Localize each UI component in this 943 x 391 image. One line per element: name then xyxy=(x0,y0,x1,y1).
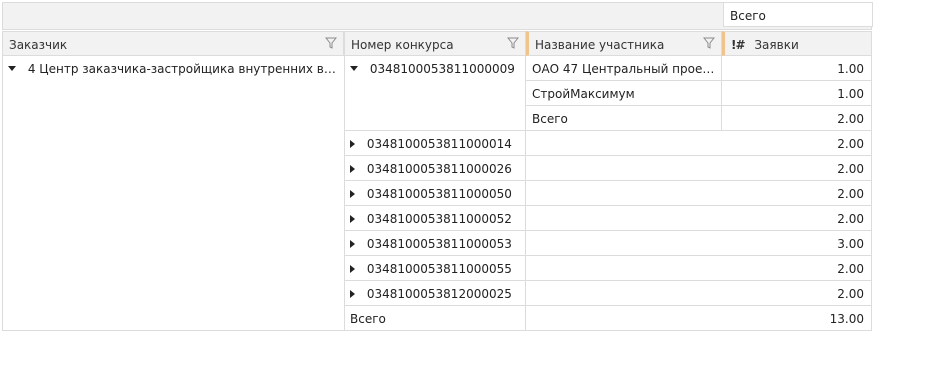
column-total-header: Всего xyxy=(723,2,873,27)
applications-value: 2.00 xyxy=(722,281,872,306)
participant-name: СтройМаксимум xyxy=(532,87,635,101)
header-applications[interactable]: !# Заявки xyxy=(722,31,872,56)
collapse-icon[interactable] xyxy=(8,66,16,71)
contest-number: 0348100053811000052 xyxy=(366,212,512,226)
contest-row-header[interactable]: 0348100053811000052 xyxy=(344,206,722,231)
filter-icon[interactable] xyxy=(507,37,519,49)
applications-value: 2.00 xyxy=(722,131,872,156)
header-participant-name-label: Название участника xyxy=(535,38,665,52)
header-applications-label: Заявки xyxy=(754,38,799,52)
filter-icon[interactable] xyxy=(703,37,715,49)
contest-number: 0348100053811000050 xyxy=(366,187,512,201)
expand-icon[interactable] xyxy=(350,264,355,273)
contest-row-header[interactable]: 0348100053812000025 xyxy=(344,281,722,306)
contest-number: 0348100053811000026 xyxy=(366,162,512,176)
header-participant-name[interactable]: Название участника xyxy=(526,31,722,56)
header-customer-label: Заказчик xyxy=(9,38,68,52)
contest-number: 0348100053811000014 xyxy=(366,137,512,151)
contest-number: 0348100053811000009 xyxy=(369,62,515,76)
contest-number: 0348100053811000055 xyxy=(366,262,512,276)
contest-number: 0348100053812000025 xyxy=(366,287,512,301)
participant-row-header: СтройМаксимум xyxy=(526,81,722,106)
grand-total-label: Всего xyxy=(350,312,386,326)
total-label: Всего xyxy=(532,112,568,126)
expand-icon[interactable] xyxy=(350,139,355,148)
contest-number: 0348100053811000053 xyxy=(366,237,512,251)
applications-value: 1.00 xyxy=(722,56,872,81)
contest-row-header-expanded[interactable]: 0348100053811000009 xyxy=(344,56,526,81)
header-contest-number-label: Номер конкурса xyxy=(351,38,454,52)
applications-value: 2.00 xyxy=(722,156,872,181)
contest-row-header[interactable]: 0348100053811000026 xyxy=(344,156,722,181)
contest-row-header[interactable]: 0348100053811000055 xyxy=(344,256,722,281)
customer-row-header[interactable]: 4 Центр заказчика-застройщика внутренних… xyxy=(2,56,344,81)
participant-row-header: ОАО 47 Центральный проектн... xyxy=(526,56,722,81)
expand-icon[interactable] xyxy=(350,164,355,173)
expand-icon[interactable] xyxy=(350,189,355,198)
customer-column xyxy=(2,56,345,331)
collapse-icon[interactable] xyxy=(350,66,358,71)
applications-value: 2.00 xyxy=(722,206,872,231)
expand-icon[interactable] xyxy=(350,214,355,223)
measure-icon: !# xyxy=(731,38,745,52)
applications-value: 3.00 xyxy=(722,231,872,256)
contest-row-header[interactable]: 0348100053811000050 xyxy=(344,181,722,206)
applications-value: 2.00 xyxy=(722,256,872,281)
pivot-grid: Всего Заказчик Номер конкурса Название у… xyxy=(2,2,873,331)
customer-label: 4 Центр заказчика-застройщика внутренних… xyxy=(27,62,344,76)
applications-value: 2.00 xyxy=(722,181,872,206)
expand-icon[interactable] xyxy=(350,289,355,298)
applications-subtotal: 2.00 xyxy=(722,106,872,131)
header-customer[interactable]: Заказчик xyxy=(2,31,344,56)
grand-total-header: Всего xyxy=(344,306,722,331)
applications-value: 1.00 xyxy=(722,81,872,106)
filter-icon[interactable] xyxy=(325,37,337,49)
contest-row-header[interactable]: 0348100053811000053 xyxy=(344,231,722,256)
participant-total-header: Всего xyxy=(526,106,722,131)
expand-icon[interactable] xyxy=(350,239,355,248)
header-contest-number[interactable]: Номер конкурса xyxy=(344,31,526,56)
grand-total-value: 13.00 xyxy=(722,306,872,331)
contest-row-header[interactable]: 0348100053811000014 xyxy=(344,131,722,156)
participant-name: ОАО 47 Центральный проектн... xyxy=(532,62,722,76)
